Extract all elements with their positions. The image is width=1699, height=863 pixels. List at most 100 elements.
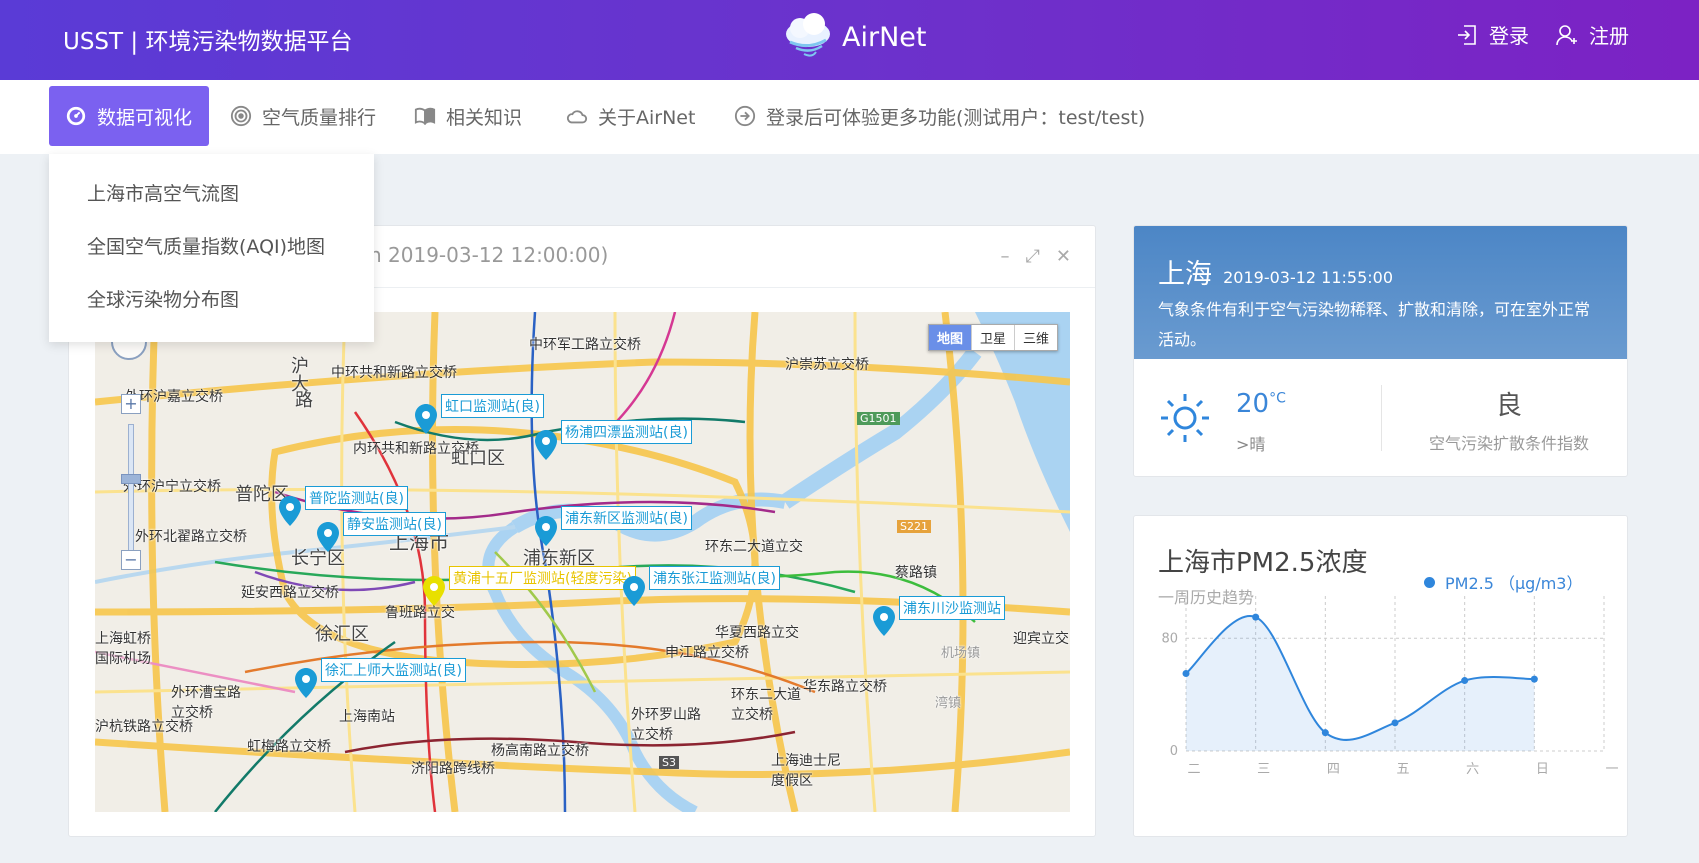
logo[interactable]: AirNet bbox=[782, 12, 926, 62]
station-label-huangpu[interactable]: 黄浦十五厂监测站(轻度污染) bbox=[449, 566, 636, 590]
dropdown-item-airflow[interactable]: 上海市高空气流图 bbox=[49, 168, 374, 221]
data-point bbox=[1252, 613, 1260, 621]
map-type-satellite[interactable]: 卫星 bbox=[972, 325, 1015, 350]
minimize-icon[interactable]: – bbox=[1001, 246, 1010, 267]
map-type-switcher: 地图 卫星 三维 bbox=[927, 324, 1058, 351]
map-place: 迎宾立交 bbox=[1013, 631, 1069, 647]
dashboard-icon bbox=[66, 106, 86, 126]
y-tick-label: 0 bbox=[1170, 744, 1178, 759]
station-marker[interactable] bbox=[279, 496, 301, 526]
nav-knowledge[interactable]: 相关知识 bbox=[398, 86, 538, 146]
nav-about[interactable]: 关于AirNet bbox=[550, 86, 711, 146]
cloud-logo-icon bbox=[786, 13, 830, 57]
nav-data-visualization[interactable]: 数据可视化 bbox=[49, 86, 209, 146]
map-place: 路 bbox=[295, 390, 313, 411]
map-place: 沪杭铁路立交桥 bbox=[95, 719, 193, 735]
diffusion-index: 良 空气污染扩散条件指数 bbox=[1414, 385, 1604, 454]
data-point bbox=[1321, 729, 1329, 737]
data-point bbox=[1530, 675, 1538, 683]
nav-air-quality-ranking[interactable]: 空气质量排行 bbox=[214, 86, 392, 146]
user-add-icon bbox=[1556, 24, 1577, 45]
weather-card: 上海 2019-03-12 11:55:00 气象条件有利于空气污染物稀释、扩散… bbox=[1133, 225, 1628, 477]
zoom-track[interactable] bbox=[128, 424, 134, 568]
map-place: 杨高南路立交桥 bbox=[491, 743, 589, 759]
pm25-card: 上海市PM2.5浓度 一周历史趋势 PM2.5 （μg/m3） 0 80 二三四五六… bbox=[1133, 515, 1628, 837]
diffusion-index-label: 空气污染扩散条件指数 bbox=[1428, 434, 1589, 453]
highway-sign: S3 bbox=[659, 756, 679, 769]
station-marker[interactable] bbox=[535, 430, 557, 460]
map-place: 济阳路跨线桥 bbox=[411, 761, 495, 777]
station-label-zhangjiang[interactable]: 浦东张江监测站(良) bbox=[649, 566, 780, 590]
temperature: 20°C bbox=[1236, 389, 1286, 419]
register-label: 注册 bbox=[1589, 24, 1629, 48]
expand-icon[interactable]: ⤢ bbox=[1026, 246, 1040, 267]
weather-details: 20°C >晴 良 空气污染扩散条件指数 bbox=[1134, 359, 1627, 476]
main-nav: 数据可视化 空气质量排行 相关知识 关于AirNet 登录后可体验更多功能(测试… bbox=[0, 80, 1699, 154]
nav-label: 关于AirNet bbox=[598, 106, 696, 129]
station-marker[interactable] bbox=[317, 522, 339, 552]
temperature-value: 20 bbox=[1236, 389, 1270, 419]
map-place: 中环军工路立交桥 bbox=[529, 337, 641, 353]
sun-icon bbox=[1161, 394, 1209, 442]
highway-sign: S221 bbox=[897, 520, 931, 533]
zoom-in-button[interactable]: + bbox=[121, 394, 141, 414]
x-tick-label: 二 bbox=[1187, 762, 1200, 777]
register-link[interactable]: 注册 bbox=[1555, 20, 1629, 49]
map-place: 外环北翟路立交桥 bbox=[135, 529, 247, 545]
city-name: 上海 bbox=[1158, 259, 1212, 290]
station-marker[interactable] bbox=[415, 404, 437, 434]
station-marker[interactable] bbox=[623, 576, 645, 606]
station-marker-warning[interactable] bbox=[423, 576, 445, 606]
zoom-out-button[interactable]: − bbox=[121, 550, 141, 570]
temperature-unit: °C bbox=[1269, 390, 1286, 407]
station-label-yangpu[interactable]: 杨浦四漂监测站(良) bbox=[561, 420, 692, 444]
weather-time: 2019-03-12 11:55:00 bbox=[1223, 268, 1394, 287]
station-label-chuansha[interactable]: 浦东川沙监测站 bbox=[899, 596, 1005, 620]
map-place: 中环共和新路立交桥 bbox=[331, 365, 457, 381]
map-place: 湾镇 bbox=[935, 696, 962, 711]
station-marker[interactable] bbox=[873, 606, 895, 636]
nav-login-hint[interactable]: 登录后可体验更多功能(测试用户：test/test) bbox=[718, 86, 1161, 146]
weather-description: 气象条件有利于空气污染物稀释、扩散和清除，可在室外正常活动。 bbox=[1158, 300, 1591, 349]
weather-banner: 上海 2019-03-12 11:55:00 气象条件有利于空气污染物稀释、扩散… bbox=[1134, 226, 1627, 359]
map-place: 徐汇区 bbox=[315, 624, 369, 645]
map-place: 华夏西路立交 bbox=[715, 625, 799, 641]
series-area bbox=[1186, 615, 1535, 751]
close-icon[interactable]: ✕ bbox=[1056, 246, 1071, 267]
map-place: 机场镇 bbox=[941, 646, 981, 661]
zoom-slider-handle[interactable] bbox=[121, 474, 141, 484]
login-link[interactable]: 登录 bbox=[1455, 20, 1529, 49]
map-type-map[interactable]: 地图 bbox=[928, 325, 972, 350]
login-icon bbox=[1458, 24, 1476, 45]
map-place: 申江路立交桥 bbox=[665, 645, 749, 661]
weather-condition: >晴 bbox=[1236, 435, 1266, 454]
map-place: 上海迪士尼度假区 bbox=[771, 753, 841, 789]
map-place: 环东二大道立交桥 bbox=[731, 687, 801, 723]
data-point bbox=[1182, 670, 1190, 677]
nav-label: 数据可视化 bbox=[97, 106, 193, 129]
station-label-putuo[interactable]: 普陀监测站(良) bbox=[305, 486, 408, 510]
card-tools: – ⤢ ✕ bbox=[1001, 246, 1072, 267]
station-label-pudong-xinqu[interactable]: 浦东新区监测站(良) bbox=[561, 506, 692, 530]
x-tick-label: 三 bbox=[1257, 762, 1270, 777]
diffusion-index-value: 良 bbox=[1495, 391, 1522, 421]
station-label-jingan[interactable]: 静安监测站(良) bbox=[343, 512, 446, 536]
station-map[interactable]: 中环共和新路立交桥 中环军工路立交桥 沪崇苏立交桥 外环沪嘉立交桥 内环共和新路… bbox=[95, 312, 1070, 812]
x-tick-label: 一 bbox=[1605, 762, 1618, 777]
station-label-xuhui[interactable]: 徐汇上师大监测站(良) bbox=[321, 658, 466, 682]
map-type-3d[interactable]: 三维 bbox=[1015, 325, 1057, 350]
map-zoom-controls: + − bbox=[107, 324, 149, 574]
dropdown-item-aqi-map[interactable]: 全国空气质量指数(AQI)地图 bbox=[49, 221, 374, 274]
map-place: 华东路立交桥 bbox=[803, 679, 887, 695]
station-label-hongkou[interactable]: 虹口监测站(良) bbox=[441, 394, 544, 418]
map-place: 延安西路立交桥 bbox=[241, 585, 339, 601]
map-place: 上海南站 bbox=[339, 709, 395, 725]
station-marker[interactable] bbox=[535, 516, 557, 546]
dropdown-item-global-pollutants[interactable]: 全球污染物分布图 bbox=[49, 274, 374, 327]
brand-title[interactable]: USST | 环境污染物数据平台 bbox=[63, 22, 352, 56]
station-marker[interactable] bbox=[295, 668, 317, 698]
nav-label: 空气质量排行 bbox=[262, 106, 377, 129]
pm25-line-chart[interactable]: 0 80 二 三 四 五 六 日 一 bbox=[1134, 516, 1629, 838]
map-place: 蔡路镇 bbox=[895, 565, 937, 581]
book-icon bbox=[414, 107, 436, 126]
